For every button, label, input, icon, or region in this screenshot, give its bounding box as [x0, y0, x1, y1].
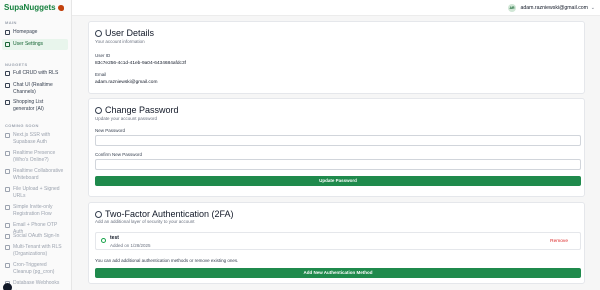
clock-icon	[5, 263, 10, 268]
two-factor-hint: You can add additional authentication me…	[95, 258, 239, 263]
lock-icon	[5, 205, 10, 210]
sidebar-heading-main: MAIN	[5, 20, 17, 25]
user-id-label: User ID	[95, 53, 111, 58]
server-icon	[5, 133, 10, 138]
building-icon	[5, 245, 10, 250]
sidebar-item-nextjs-ssr[interactable]: Next.js SSR with Supabase Auth	[2, 130, 68, 147]
sidebar-item-label: File Upload + Signed URLs	[13, 186, 60, 199]
chevron-down-icon[interactable]: ⌄	[591, 5, 595, 11]
sidebar-item-whiteboard[interactable]: Realtime Collaborative Whiteboard	[2, 166, 68, 183]
cart-icon	[5, 100, 10, 105]
sidebar-item-label: Social OAuth Sign-In	[13, 233, 60, 239]
sidebar-item-label: Cron-Triggered Cleanup (pg_cron)	[13, 262, 55, 275]
sidebar-item-user-settings[interactable]: User Settings	[2, 39, 68, 50]
sidebar-item-realtime-presence[interactable]: Realtime Presence (Who's Online?)	[2, 148, 68, 165]
add-auth-method-button[interactable]: Add New Authentication Method	[95, 268, 581, 278]
remove-auth-method-button[interactable]: Remove	[550, 239, 568, 244]
sidebar-item-multi-tenant[interactable]: Multi-Tenant with RLS (Organizations)	[2, 242, 68, 259]
user-details-subtitle: Your account information	[95, 39, 145, 44]
shield-key-icon	[95, 211, 102, 218]
new-password-label: New Password	[95, 128, 126, 133]
confirm-password-label: Confirm New Password	[95, 152, 143, 157]
user-details-card: User Details Your account information Us…	[88, 21, 585, 94]
sidebar-item-label: Chat UI (Realtime Channels)	[13, 82, 53, 95]
key-icon	[95, 107, 102, 114]
pencil-icon	[5, 169, 10, 174]
email-label: Email	[95, 72, 107, 77]
sidebar-item-label: Next.js SSR with Supabase Auth	[13, 132, 51, 145]
users-icon	[5, 151, 10, 156]
auth-method-name: test	[110, 235, 119, 241]
chat-icon	[5, 83, 10, 88]
confirm-password-field[interactable]	[95, 159, 581, 170]
sidebar-item-homepage[interactable]: Homepage	[2, 27, 68, 38]
globe-icon	[5, 234, 10, 239]
table-icon	[5, 71, 10, 76]
update-password-button[interactable]: Update Password	[95, 176, 581, 186]
sidebar-item-label: Shopping List generator (AI)	[13, 99, 44, 112]
sidebar-item-label: User Settings	[13, 41, 44, 47]
user-details-title: User Details	[105, 28, 155, 38]
sidebar-item-shopping-list[interactable]: Shopping List generator (AI)	[2, 97, 68, 114]
sidebar-item-label: Realtime Presence (Who's Online?)	[13, 150, 56, 163]
brand-name: SupaNuggets	[4, 3, 56, 12]
two-factor-title: Two-Factor Authentication (2FA)	[105, 209, 234, 219]
mail-icon	[5, 223, 10, 228]
change-password-title-row: Change Password	[95, 105, 179, 115]
nugget-icon	[57, 4, 64, 11]
sidebar-heading-nuggets: NUGGETS	[5, 62, 28, 67]
avatar[interactable]: AR	[508, 4, 516, 12]
sidebar-item-label: Simple Invite-only Registration Flow	[13, 204, 53, 217]
sidebar-item-label: Homepage	[13, 29, 38, 35]
sidebar-avatar[interactable]	[3, 283, 12, 290]
sidebar-item-social-oauth[interactable]: Social OAuth Sign-In	[2, 231, 68, 242]
sidebar-item-label: Full CRUD with RLS	[13, 70, 59, 76]
brand-logo[interactable]: SupaNuggets	[4, 3, 64, 12]
sidebar-item-full-crud[interactable]: Full CRUD with RLS	[2, 68, 68, 79]
sidebar-item-invite-only[interactable]: Simple Invite-only Registration Flow	[2, 202, 68, 219]
sidebar-heading-coming-soon: COMING SOON	[5, 123, 39, 128]
user-icon	[5, 42, 10, 47]
change-password-card: Change Password Update your account pass…	[88, 98, 585, 197]
upload-icon	[5, 187, 10, 192]
change-password-subtitle: Update your account password	[95, 116, 158, 121]
new-password-field[interactable]	[95, 135, 581, 146]
user-id-value: 83c7e256-4c1d-41eb-9a04-6434684afdc3f	[95, 61, 186, 66]
auth-method-item: test Added on 1/28/2025 Remove	[95, 232, 581, 250]
user-email[interactable]: adam.razniewski@gmail.com	[520, 5, 588, 11]
check-circle-icon	[101, 238, 106, 243]
sidebar-item-chat-ui[interactable]: Chat UI (Realtime Channels)	[2, 80, 68, 97]
user-details-title-row: User Details	[95, 28, 154, 38]
sidebar-item-label: Database Webhooks →	[13, 280, 60, 290]
sidebar: SupaNuggets MAIN Homepage User Settings …	[0, 0, 72, 290]
two-factor-title-row: Two-Factor Authentication (2FA)	[95, 209, 234, 219]
app-root: SupaNuggets MAIN Homepage User Settings …	[0, 0, 600, 290]
two-factor-subtitle: Add an additional layer of security to y…	[95, 219, 195, 224]
sidebar-item-file-upload[interactable]: File Upload + Signed URLs	[2, 184, 68, 201]
sidebar-item-cron-cleanup[interactable]: Cron-Triggered Cleanup (pg_cron)	[2, 260, 68, 277]
top-bar: AR adam.razniewski@gmail.com ⌄	[72, 0, 600, 16]
user-icon	[95, 30, 102, 37]
change-password-title: Change Password	[105, 105, 179, 115]
sidebar-item-label: Realtime Collaborative Whiteboard	[13, 168, 64, 181]
home-icon	[5, 30, 10, 35]
email-value: adam.razniewski@gmail.com	[95, 80, 158, 85]
two-factor-card: Two-Factor Authentication (2FA) Add an a…	[88, 202, 585, 284]
sidebar-item-label: Multi-Tenant with RLS (Organizations)	[13, 244, 62, 257]
auth-method-added-date: Added on 1/28/2025	[110, 243, 151, 248]
